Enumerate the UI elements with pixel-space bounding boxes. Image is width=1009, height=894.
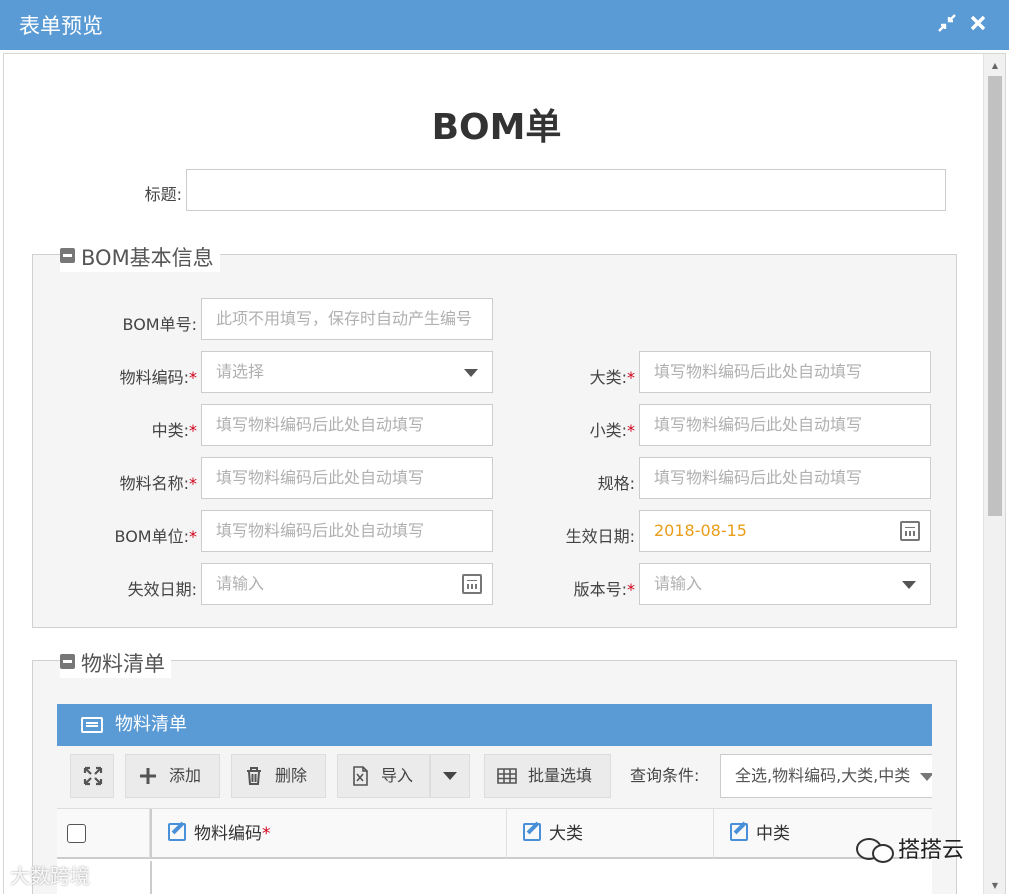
minimize-icon[interactable] — [936, 10, 958, 36]
title-input[interactable] — [186, 169, 946, 211]
import-dropdown-button[interactable] — [430, 754, 470, 798]
list-icon — [81, 717, 103, 733]
select-all-header — [57, 809, 150, 859]
effective-date-label: 生效日期: — [565, 527, 635, 546]
wechat-icon — [854, 836, 894, 863]
material-grid-header: 物料清单 — [57, 704, 932, 746]
category-l-label: 大类:* — [589, 368, 635, 387]
watermark-right: 搭搭云 — [854, 832, 964, 864]
category-m-label: 中类:* — [151, 421, 197, 440]
bom-unit-input[interactable]: 填写物料编码后此处自动填写 — [201, 510, 493, 552]
version-label: 版本号:* — [573, 580, 635, 599]
category-l-input[interactable]: 填写物料编码后此处自动填写 — [639, 351, 931, 393]
window-title: 表单预览 — [19, 14, 103, 38]
vertical-scrollbar[interactable]: ▲ ▼ — [983, 54, 1005, 894]
chevron-down-icon — [443, 772, 457, 780]
material-list-legend-text: 物料清单 — [81, 652, 165, 676]
batch-fill-button[interactable]: 批量选填 — [484, 754, 611, 798]
material-grid-toolbar: 添加 删除 导入 批量选填 查询条件: 全选,物料编码,大类,中类 — [57, 746, 932, 808]
grid-icon — [497, 766, 517, 786]
window-titlebar: 表单预览 — [0, 0, 1009, 50]
column-divider — [150, 861, 152, 894]
form-preview-panel: ▲ ▼ BOM单 标题: BOM基本信息 BOM单号: 此项不用填写，保存时自动… — [3, 53, 1006, 894]
chevron-down-icon[interactable] — [920, 773, 932, 781]
material-list-legend[interactable]: 物料清单 — [60, 648, 171, 678]
calendar-icon[interactable] — [900, 521, 920, 541]
category-s-label: 小类:* — [589, 421, 635, 440]
bom-no-label: BOM单号: — [122, 315, 198, 334]
edit-icon — [168, 823, 186, 841]
chevron-down-icon[interactable] — [902, 581, 916, 589]
bom-basic-legend-text: BOM基本信息 — [81, 246, 214, 270]
expand-button[interactable] — [70, 754, 114, 798]
import-button[interactable]: 导入 — [337, 754, 430, 798]
expand-icon — [83, 766, 103, 786]
query-condition-select[interactable]: 全选,物料编码,大类,中类 — [720, 754, 932, 798]
select-all-checkbox[interactable] — [67, 824, 86, 843]
form-heading: BOM单 — [431, 107, 562, 148]
column-header-material-code[interactable]: 物料编码* — [150, 809, 507, 859]
expiry-date-label: 失效日期: — [127, 580, 197, 599]
material-code-label: 物料编码:* — [119, 368, 197, 387]
title-label: 标题: — [144, 185, 182, 204]
bom-no-input[interactable]: 此项不用填写，保存时自动产生编号 — [201, 298, 493, 340]
expiry-date-input[interactable]: 请输入 — [201, 563, 493, 605]
category-m-input[interactable]: 填写物料编码后此处自动填写 — [201, 404, 493, 446]
spec-label: 规格: — [597, 474, 635, 493]
trash-icon — [244, 766, 264, 786]
query-condition-label: 查询条件: — [630, 766, 700, 785]
material-name-label: 物料名称:* — [119, 474, 197, 493]
excel-icon — [350, 766, 370, 786]
scroll-up-icon[interactable]: ▲ — [984, 59, 1005, 73]
spec-input[interactable]: 填写物料编码后此处自动填写 — [639, 457, 931, 499]
close-icon[interactable] — [967, 10, 989, 36]
chevron-down-icon[interactable] — [464, 369, 478, 377]
scrollbar-thumb[interactable] — [988, 76, 1002, 516]
scroll-down-icon[interactable]: ▼ — [984, 879, 1005, 893]
bom-basic-legend[interactable]: BOM基本信息 — [60, 242, 220, 272]
collapse-minus-icon[interactable] — [60, 654, 75, 669]
edit-icon — [730, 823, 748, 841]
calendar-icon[interactable] — [462, 574, 482, 594]
material-code-select[interactable]: 请选择 — [201, 351, 493, 393]
version-select[interactable]: 请输入 — [639, 563, 931, 605]
plus-icon — [138, 766, 158, 786]
effective-date-input[interactable]: 2018-08-15 — [639, 510, 931, 552]
add-button[interactable]: 添加 — [125, 754, 220, 798]
material-name-input[interactable]: 填写物料编码后此处自动填写 — [201, 457, 493, 499]
column-header-category-l[interactable]: 大类 — [507, 809, 714, 859]
delete-button[interactable]: 删除 — [231, 754, 326, 798]
edit-icon — [523, 823, 541, 841]
category-s-input[interactable]: 填写物料编码后此处自动填写 — [639, 404, 931, 446]
collapse-minus-icon[interactable] — [60, 248, 75, 263]
material-table: 物料编码* 大类 中类 — [57, 808, 932, 894]
bom-unit-label: BOM单位:* — [114, 527, 198, 546]
watermark-left: 大数跨境 — [10, 864, 90, 888]
material-grid-title: 物料清单 — [115, 714, 187, 735]
